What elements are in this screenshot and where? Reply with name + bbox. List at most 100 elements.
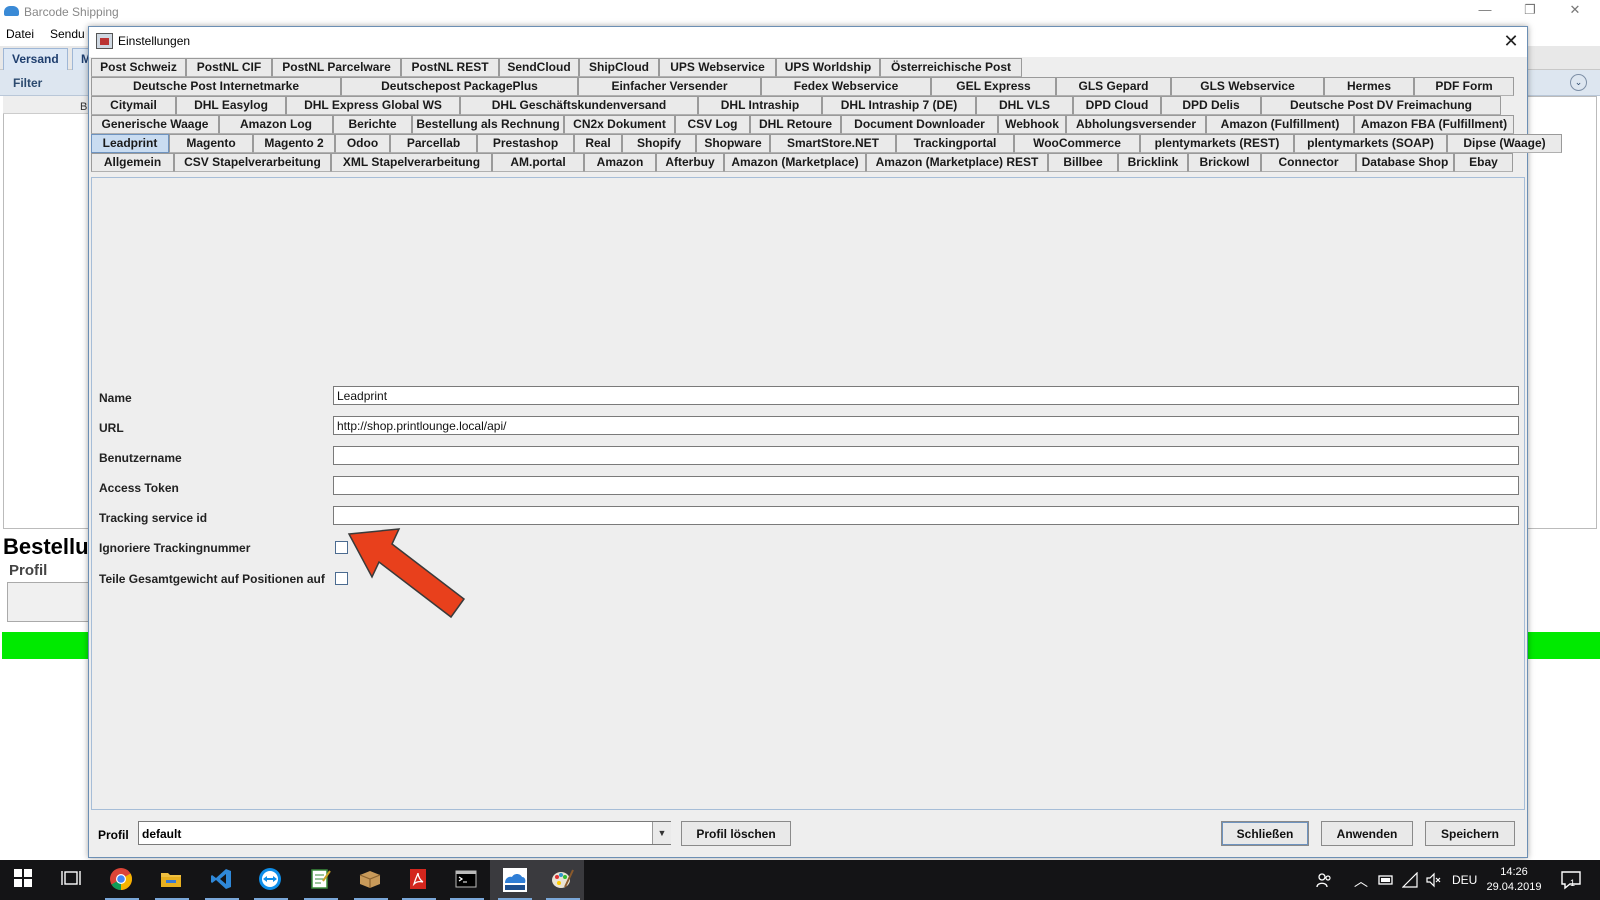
tab-dhl-vls[interactable]: DHL VLS — [976, 96, 1073, 115]
tab-post-schweiz[interactable]: Post Schweiz — [91, 58, 186, 77]
tab-woocommerce[interactable]: WooCommerce — [1014, 134, 1140, 153]
apply-button[interactable]: Anwenden — [1321, 821, 1413, 846]
tab-webhook[interactable]: Webhook — [998, 115, 1066, 134]
tab-brickowl[interactable]: Brickowl — [1188, 153, 1261, 172]
acrobat-icon[interactable] — [406, 867, 432, 893]
tab-deutsche-post-dv-freimachung[interactable]: Deutsche Post DV Freimachung — [1261, 96, 1501, 115]
username-field[interactable] — [333, 446, 1519, 465]
tab-real[interactable]: Real — [574, 134, 622, 153]
tab-österreichische-post[interactable]: Österreichische Post — [880, 58, 1022, 77]
barcode-shipping-icon[interactable] — [502, 867, 528, 893]
file-explorer-icon[interactable] — [159, 867, 185, 893]
dialog-close-icon[interactable]: ✕ — [1499, 30, 1523, 52]
language-indicator[interactable]: DEU — [1452, 873, 1477, 887]
tab-plentymarkets-soap[interactable]: plentymarkets (SOAP) — [1294, 134, 1447, 153]
clock[interactable]: 14:26 29.04.2019 — [1478, 865, 1550, 895]
tab-postnl-cif[interactable]: PostNL CIF — [186, 58, 272, 77]
tab-cn2x-dokument[interactable]: CN2x Dokument — [564, 115, 675, 134]
paint-icon[interactable] — [550, 867, 576, 893]
close-button[interactable]: Schließen — [1221, 821, 1309, 846]
wifi-icon[interactable] — [1401, 871, 1418, 891]
tab-allgemein[interactable]: Allgemein — [91, 153, 174, 172]
tracking-service-id-field[interactable] — [333, 506, 1519, 525]
save-button[interactable]: Speichern — [1425, 821, 1515, 846]
tab-xml-stapelverarbeitung[interactable]: XML Stapelverarbeitung — [331, 153, 492, 172]
tab-gel-express[interactable]: GEL Express — [931, 77, 1056, 96]
tab-csv-log[interactable]: CSV Log — [675, 115, 750, 134]
minimize-button[interactable]: — — [1465, 2, 1505, 17]
tab-dhl-easylog[interactable]: DHL Easylog — [176, 96, 286, 115]
tab-bricklink[interactable]: Bricklink — [1118, 153, 1188, 172]
tab-abholungsversender[interactable]: Abholungsversender — [1066, 115, 1206, 134]
access-token-field[interactable] — [333, 476, 1519, 495]
teamviewer-icon[interactable] — [258, 867, 284, 893]
tab-gls-gepard[interactable]: GLS Gepard — [1056, 77, 1171, 96]
chevron-up-icon[interactable]: ︿ — [1354, 871, 1368, 891]
tab-ups-webservice[interactable]: UPS Webservice — [659, 58, 776, 77]
tab-deutschepost-packageplus[interactable]: Deutschepost PackagePlus — [341, 77, 578, 96]
collapse-icon[interactable]: ⌄ — [1570, 74, 1587, 91]
people-icon[interactable] — [1316, 872, 1332, 891]
windows-start-icon[interactable] — [12, 867, 38, 893]
tab-smartstore-net[interactable]: SmartStore.NET — [770, 134, 896, 153]
name-field[interactable] — [333, 386, 1519, 405]
tab-dpd-delis[interactable]: DPD Delis — [1161, 96, 1261, 115]
tab-dhl-retoure[interactable]: DHL Retoure — [750, 115, 841, 134]
notepad-icon[interactable] — [308, 867, 334, 893]
tab-dhl-intraship[interactable]: DHL Intraship — [698, 96, 822, 115]
tab-am-portal[interactable]: AM.portal — [492, 153, 584, 172]
chrome-icon[interactable] — [109, 867, 135, 893]
tab-amazon-log[interactable]: Amazon Log — [219, 115, 333, 134]
tab-trackingportal[interactable]: Trackingportal — [896, 134, 1014, 153]
tab-versand[interactable]: Versand — [3, 48, 68, 70]
tab-generische-waage[interactable]: Generische Waage — [91, 115, 219, 134]
tab-billbee[interactable]: Billbee — [1048, 153, 1118, 172]
filter-label[interactable]: Filter — [13, 76, 42, 90]
tab-shopware[interactable]: Shopware — [696, 134, 770, 153]
tab-shopify[interactable]: Shopify — [622, 134, 696, 153]
tab-amazon-fulfillment[interactable]: Amazon (Fulfillment) — [1206, 115, 1354, 134]
tab-prestashop[interactable]: Prestashop — [477, 134, 574, 153]
tab-ebay[interactable]: Ebay — [1454, 153, 1513, 172]
tab-parcellab[interactable]: Parcellab — [390, 134, 477, 153]
tab-pdf-form[interactable]: PDF Form — [1414, 77, 1514, 96]
delete-profile-button[interactable]: Profil löschen — [681, 821, 791, 846]
vscode-icon[interactable] — [209, 867, 235, 893]
speaker-muted-icon[interactable] — [1425, 872, 1441, 891]
profil-select[interactable]: default ▼ — [138, 821, 671, 845]
tab-bestellung-als-rechnung[interactable]: Bestellung als Rechnung — [412, 115, 564, 134]
task-view-icon[interactable] — [60, 867, 86, 893]
tab-leadprint[interactable]: Leadprint — [91, 134, 169, 153]
tab-dhl-geschäftskundenversand[interactable]: DHL Geschäftskundenversand — [460, 96, 698, 115]
tab-magento-2[interactable]: Magento 2 — [253, 134, 335, 153]
tab-odoo[interactable]: Odoo — [335, 134, 390, 153]
tab-postnl-rest[interactable]: PostNL REST — [401, 58, 499, 77]
tab-document-downloader[interactable]: Document Downloader — [841, 115, 998, 134]
tab-csv-stapelverarbeitung[interactable]: CSV Stapelverarbeitung — [174, 153, 331, 172]
tab-deutsche-post-internetmarke[interactable]: Deutsche Post Internetmarke — [91, 77, 341, 96]
tab-amazon-fba-fulfillment[interactable]: Amazon FBA (Fulfillment) — [1354, 115, 1514, 134]
tab-dpd-cloud[interactable]: DPD Cloud — [1073, 96, 1161, 115]
terminal-icon[interactable] — [454, 867, 480, 893]
tab-plentymarkets-rest[interactable]: plentymarkets (REST) — [1140, 134, 1294, 153]
tab-fedex-webservice[interactable]: Fedex Webservice — [761, 77, 931, 96]
tab-dipse-waage[interactable]: Dipse (Waage) — [1447, 134, 1562, 153]
package-icon[interactable] — [358, 867, 384, 893]
notification-center-icon[interactable]: 1 — [1560, 869, 1582, 894]
tab-dhl-intraship-7-de[interactable]: DHL Intraship 7 (DE) — [822, 96, 976, 115]
tab-database-shop[interactable]: Database Shop — [1356, 153, 1454, 172]
restore-button[interactable]: ❐ — [1510, 2, 1550, 18]
battery-icon[interactable] — [1378, 873, 1394, 890]
tab-amazon-marketplace-rest[interactable]: Amazon (Marketplace) REST — [866, 153, 1048, 172]
chevron-down-icon[interactable]: ▼ — [652, 822, 671, 844]
tab-sendcloud[interactable]: SendCloud — [499, 58, 579, 77]
tab-hermes[interactable]: Hermes — [1324, 77, 1414, 96]
tab-postnl-parcelware[interactable]: PostNL Parcelware — [272, 58, 401, 77]
tab-amazon[interactable]: Amazon — [584, 153, 656, 172]
tab-afterbuy[interactable]: Afterbuy — [656, 153, 724, 172]
tab-gls-webservice[interactable]: GLS Webservice — [1171, 77, 1324, 96]
menu-datei[interactable]: Datei — [6, 27, 34, 41]
tab-dhl-express-global-ws[interactable]: DHL Express Global WS — [286, 96, 460, 115]
tab-ups-worldship[interactable]: UPS Worldship — [776, 58, 880, 77]
menu-sendungen[interactable]: Sendu — [50, 27, 85, 41]
